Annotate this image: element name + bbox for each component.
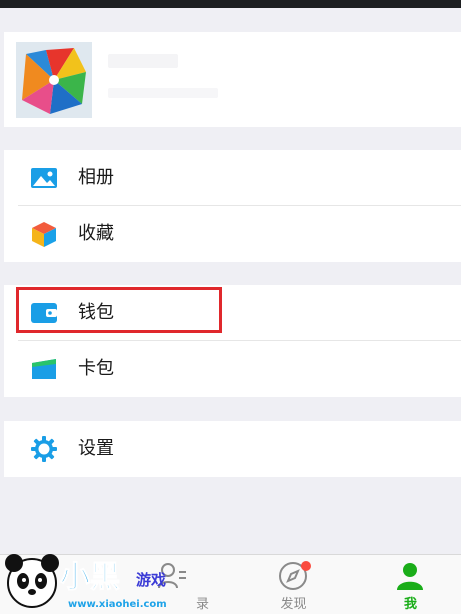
profile-id [108, 88, 218, 98]
menu-group-3: 设置 [4, 421, 461, 477]
svg-text:游戏: 游戏 [136, 571, 166, 589]
card-icon [32, 359, 56, 379]
svg-text:www.xiaohei.com: www.xiaohei.com [68, 599, 167, 610]
svg-text:小黑: 小黑 [60, 560, 120, 595]
cards-label: 卡包 [78, 358, 114, 379]
status-bar [0, 0, 461, 8]
discover-label: 发现 [280, 597, 307, 612]
profile-card[interactable] [4, 32, 461, 127]
tab-me[interactable]: 我 [353, 555, 461, 614]
me-label: 我 [403, 597, 417, 612]
cube-icon [32, 222, 56, 247]
discover-badge [301, 561, 311, 571]
album-label: 相册 [78, 167, 114, 188]
menu-item-settings[interactable]: 设置 [4, 421, 461, 477]
gear-icon [31, 436, 57, 462]
profile-name [108, 54, 178, 68]
settings-label: 设置 [78, 438, 114, 459]
wallet-highlight-box [16, 287, 222, 333]
favorites-label: 收藏 [78, 223, 114, 244]
tab-discover[interactable]: 发现 [236, 555, 351, 614]
menu-item-cards[interactable]: 卡包 [4, 341, 461, 397]
picture-icon [31, 168, 57, 188]
person-icon [397, 563, 423, 590]
menu-item-album[interactable]: 相册 [4, 150, 461, 206]
menu-item-favorites[interactable]: 收藏 [4, 206, 461, 262]
watermark-logo: 小黑 游戏 www.xiaohei.com [5, 554, 167, 610]
menu-group-1: 相册 收藏 [4, 150, 461, 262]
avatar[interactable] [16, 42, 92, 118]
